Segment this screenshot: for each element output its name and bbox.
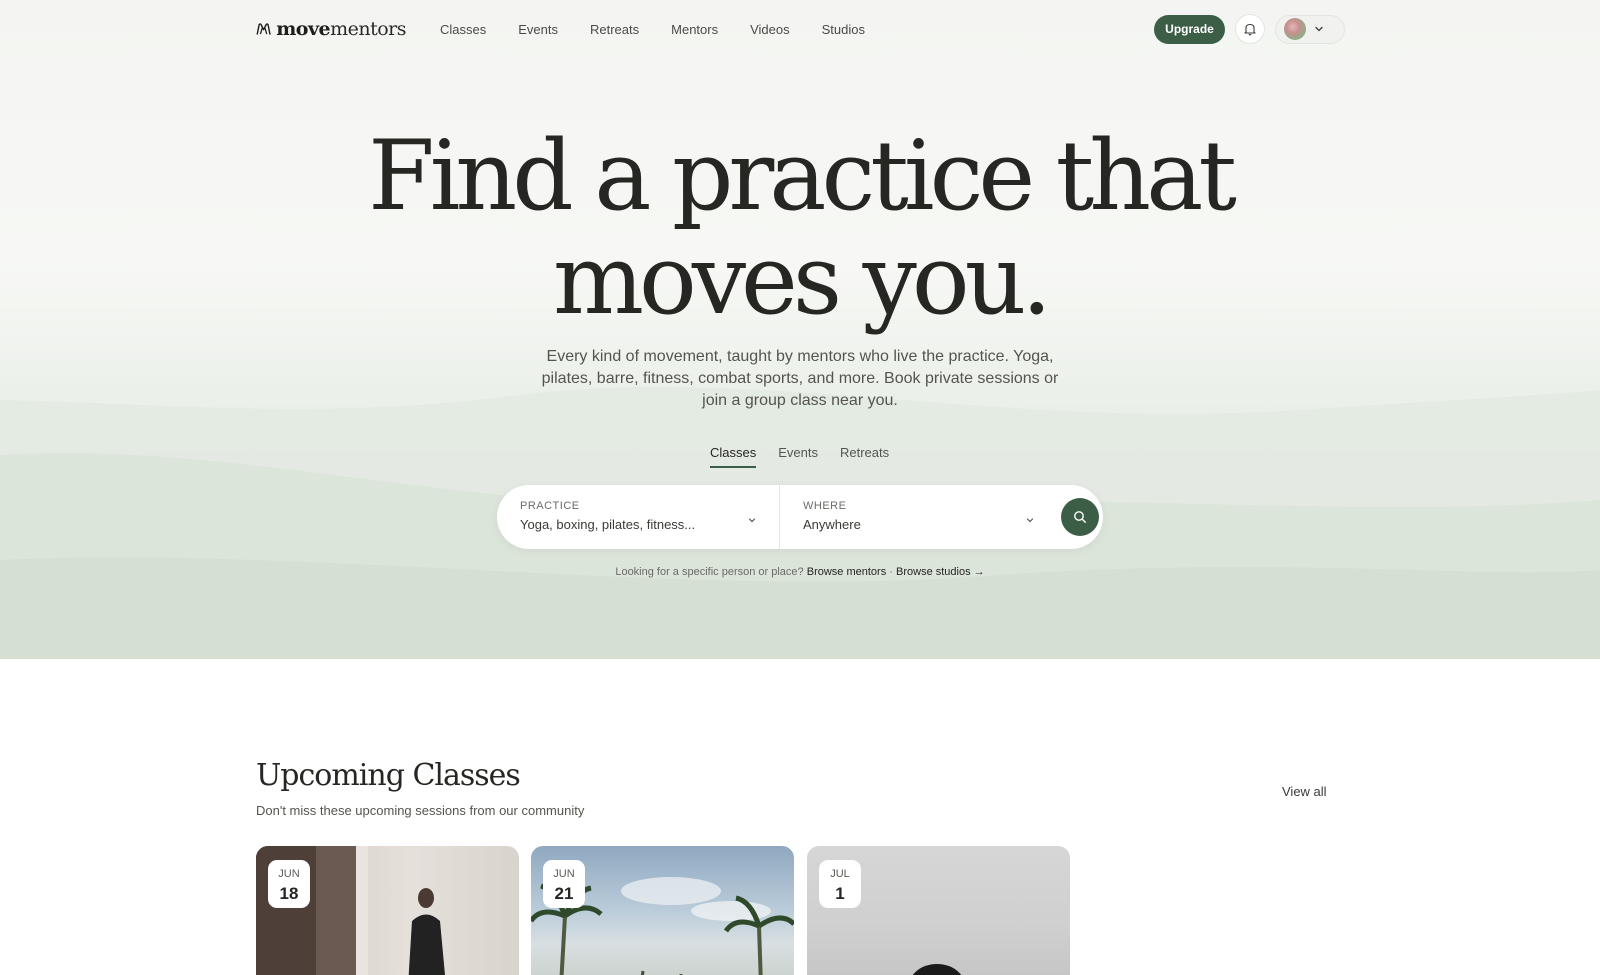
nav-links: Classes Events Retreats Mentors Videos S… — [440, 22, 897, 37]
upgrade-button[interactable]: Upgrade — [1154, 14, 1225, 44]
chevron-down-icon — [1026, 518, 1034, 523]
brand-name-light: mentors — [330, 18, 406, 40]
upcoming-classes-title: Upcoming Classes — [256, 758, 521, 793]
where-select[interactable]: WHERE Anywhere — [779, 485, 1057, 549]
bell-icon — [1244, 23, 1256, 36]
practice-value: Yoga, boxing, pilates, fitness... — [520, 517, 696, 532]
search-bar: PRACTICE Yoga, boxing, pilates, fitness.… — [497, 485, 1103, 549]
browse-prompt: Looking for a specific person or place? — [615, 566, 804, 578]
browse-studios-link[interactable]: Browse studios → — [896, 566, 985, 578]
date-day: 18 — [279, 884, 299, 903]
brand-logo[interactable]: movementors — [256, 18, 406, 40]
brand-name-bold: move — [276, 18, 331, 40]
date-badge: JUN 21 — [543, 860, 585, 908]
hero-headline: Find a practice that moves you. — [0, 124, 1600, 332]
practice-label: PRACTICE — [520, 500, 580, 512]
view-all-link[interactable]: View all — [1282, 784, 1327, 799]
date-badge: JUL 1 — [819, 860, 861, 908]
search-button[interactable] — [1061, 498, 1099, 536]
hero-section: movementors Classes Events Retreats Ment… — [0, 0, 1600, 659]
class-card[interactable]: JUN 18 — [256, 846, 519, 975]
date-month: JUN — [278, 868, 300, 880]
class-card[interactable]: JUL 1 — [807, 846, 1070, 975]
nav-link-events[interactable]: Events — [518, 22, 558, 37]
chevron-down-icon — [1315, 26, 1323, 32]
date-badge: JUN 18 — [268, 860, 310, 908]
date-day: 21 — [554, 884, 574, 903]
nav-link-retreats[interactable]: Retreats — [590, 22, 639, 37]
upcoming-classes-subtitle: Don't miss these upcoming sessions from … — [256, 803, 585, 818]
tab-retreats[interactable]: Retreats — [840, 445, 889, 468]
nav-actions: Upgrade — [1154, 14, 1345, 44]
date-day: 1 — [835, 884, 845, 903]
search-tabs: Classes Events Retreats — [710, 445, 889, 468]
date-month: JUL — [830, 868, 850, 880]
nav-link-studios[interactable]: Studios — [822, 22, 865, 37]
hero-subtitle: Every kind of movement, taught by mentor… — [541, 348, 1059, 409]
account-menu[interactable] — [1275, 14, 1345, 44]
browse-separator: · — [889, 566, 893, 578]
nav-link-classes[interactable]: Classes — [440, 22, 486, 37]
chevron-down-icon — [748, 518, 756, 523]
nav-link-mentors[interactable]: Mentors — [671, 22, 718, 37]
browse-links: Looking for a specific person or place? … — [0, 566, 1600, 578]
date-month: JUN — [553, 868, 575, 880]
tab-events[interactable]: Events — [778, 445, 818, 468]
where-value: Anywhere — [803, 517, 861, 532]
where-label: WHERE — [803, 500, 847, 512]
search-icon — [1074, 511, 1086, 523]
class-card[interactable]: JUN 21 — [531, 846, 794, 975]
tab-classes[interactable]: Classes — [710, 445, 757, 468]
browse-mentors-link[interactable]: Browse mentors — [807, 566, 886, 578]
brand-logo-icon — [256, 23, 271, 35]
brand-name: movementors — [276, 18, 406, 40]
top-nav: movementors Classes Events Retreats Ment… — [256, 14, 1345, 44]
hero-headline-line2: moves you. — [552, 224, 1052, 336]
practice-select[interactable]: PRACTICE Yoga, boxing, pilates, fitness.… — [497, 485, 779, 549]
hero-headline-line1: Find a practice that — [368, 120, 1237, 232]
nav-link-videos[interactable]: Videos — [750, 22, 790, 37]
avatar — [1284, 18, 1306, 40]
notifications-button[interactable] — [1235, 14, 1265, 44]
